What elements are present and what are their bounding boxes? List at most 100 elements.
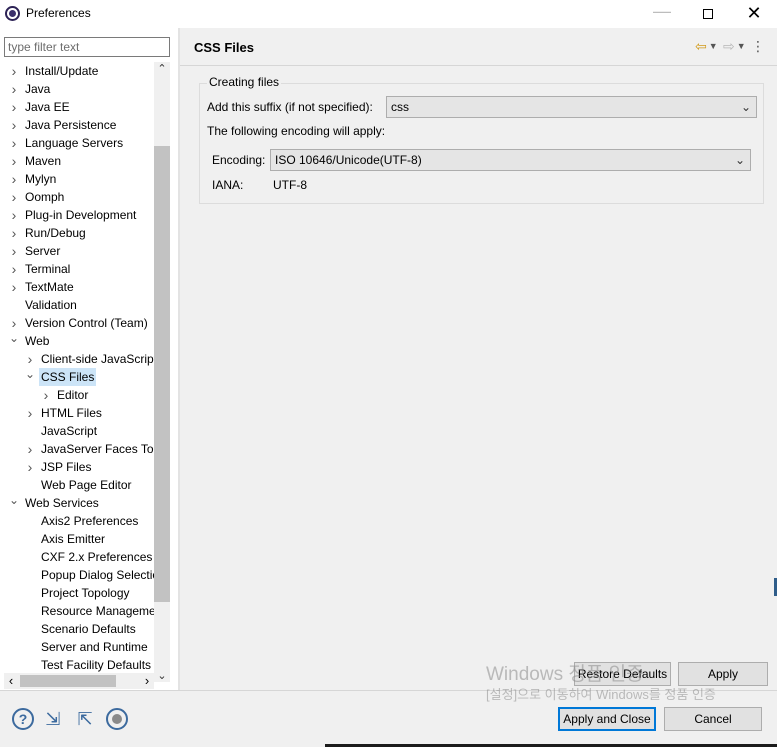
tree-item[interactable]: Maven [0, 152, 154, 170]
tree-item[interactable]: TextMate [0, 278, 154, 296]
tree-item[interactable]: Test Facility Defaults [0, 656, 154, 674]
chevron-right-icon[interactable] [8, 152, 20, 172]
tree-item[interactable]: Project Topology [0, 584, 154, 602]
scroll-left-icon[interactable]: ‹ [4, 673, 18, 688]
tree-item[interactable]: Server and Runtime [0, 638, 154, 656]
chevron-down-icon[interactable] [8, 332, 20, 351]
minimize-button[interactable]: — [639, 0, 685, 28]
tree-item[interactable]: Web Services [0, 494, 154, 512]
preference-tree: Install/Update Java Java EE Java Persistenc… [0, 62, 154, 682]
tree-item[interactable]: Resource Management [0, 602, 154, 620]
tree-item[interactable]: Run/Debug [0, 224, 154, 242]
tree-item[interactable]: Editor [0, 386, 154, 404]
chevron-right-icon[interactable] [24, 440, 36, 460]
chevron-right-icon[interactable] [24, 458, 36, 478]
activation-watermark-title: Windows 정품 인증 [486, 664, 644, 685]
export-icon[interactable]: ⇱ [74, 708, 96, 730]
scroll-right-icon[interactable]: › [140, 673, 154, 688]
tree-item[interactable]: CXF 2.x Preferences [0, 548, 154, 566]
chevron-right-icon[interactable] [8, 242, 20, 262]
tree-item-label: Terminal [25, 262, 71, 276]
tree-vertical-scrollbar[interactable]: ⌃ ⌄ [154, 62, 170, 682]
encoding-combo[interactable]: ISO 10646/Unicode(UTF-8) ⌄ [270, 149, 751, 171]
chevron-down-icon[interactable] [8, 494, 20, 513]
tree-item-label: Web Services [25, 496, 99, 510]
import-icon[interactable]: ⇲ [42, 708, 64, 730]
chevron-right-icon[interactable] [8, 116, 20, 136]
tree-item-label: JavaScript [41, 424, 98, 438]
tree-item[interactable]: Mylyn [0, 170, 154, 188]
tree-item[interactable]: Language Servers [0, 134, 154, 152]
tree-item[interactable]: Java Persistence [0, 116, 154, 134]
chevron-right-icon[interactable] [8, 260, 20, 280]
tree-item[interactable]: HTML Files [0, 404, 154, 422]
chevron-right-icon[interactable] [8, 170, 20, 190]
tree-item[interactable]: JavaServer Faces Tools [0, 440, 154, 458]
tree-item-label: Run/Debug [25, 226, 86, 240]
chevron-right-icon[interactable] [8, 224, 20, 244]
maximize-button[interactable] [685, 0, 731, 28]
chevron-right-icon[interactable] [8, 134, 20, 154]
chevron-right-icon[interactable] [8, 62, 20, 82]
tree-item[interactable]: Version Control (Team) [0, 314, 154, 332]
tree-item-label: Resource Management [41, 604, 154, 618]
tree-item[interactable]: Axis2 Preferences [0, 512, 154, 530]
title-bar: Preferences — ✕ [0, 0, 777, 28]
tree-item[interactable]: Client-side JavaScript [0, 350, 154, 368]
tree-item-label: Editor [57, 388, 89, 402]
forward-dropdown-icon[interactable]: ▼ [737, 41, 746, 51]
tree-item-label: Scenario Defaults [41, 622, 136, 636]
tree-item-label: CXF 2.x Preferences [41, 550, 153, 564]
tree-item[interactable]: Validation [0, 296, 154, 314]
back-arrow-icon[interactable]: ⇦ [695, 38, 707, 55]
page-nav-toolbar: ⇦ ▼ ⇨ ▼ ⋮ [693, 38, 765, 56]
tree-item-label: Project Topology [41, 586, 130, 600]
chevron-down-icon[interactable] [24, 368, 36, 387]
tree-item[interactable]: Oomph [0, 188, 154, 206]
chevron-right-icon[interactable] [8, 206, 20, 226]
tree-horizontal-scrollbar[interactable]: ‹ › [4, 673, 154, 689]
tree-item-label: Axis Emitter [41, 532, 106, 546]
view-menu-icon[interactable]: ⋮ [751, 38, 765, 55]
cancel-button[interactable]: Cancel [664, 707, 762, 731]
close-button[interactable]: ✕ [731, 0, 777, 28]
tree-item-label: Java EE [25, 100, 70, 114]
tree-item[interactable]: Popup Dialog Selection [0, 566, 154, 584]
apply-and-close-button[interactable]: Apply and Close [558, 707, 656, 731]
scroll-thumb[interactable] [154, 146, 170, 602]
help-icon[interactable]: ? [12, 708, 34, 730]
tree-item[interactable]: Axis Emitter [0, 530, 154, 548]
header-separator [180, 65, 777, 66]
chevron-right-icon[interactable] [40, 386, 52, 406]
tree-item[interactable]: Plug-in Development [0, 206, 154, 224]
tree-item[interactable]: Install/Update [0, 62, 154, 80]
record-icon[interactable] [106, 708, 128, 730]
tree-item[interactable]: Web Page Editor [0, 476, 154, 494]
scroll-up-icon[interactable]: ⌃ [154, 62, 170, 75]
chevron-right-icon[interactable] [8, 80, 20, 100]
tree-item[interactable]: Scenario Defaults [0, 620, 154, 638]
tree-item[interactable]: Terminal [0, 260, 154, 278]
encoding-value: ISO 10646/Unicode(UTF-8) [275, 153, 422, 167]
tree-item[interactable]: JavaScript [0, 422, 154, 440]
tree-item[interactable]: JSP Files [0, 458, 154, 476]
hscroll-thumb[interactable] [20, 675, 116, 687]
tree-item[interactable]: Java [0, 80, 154, 98]
chevron-right-icon[interactable] [24, 404, 36, 424]
chevron-right-icon[interactable] [8, 188, 20, 208]
chevron-right-icon[interactable] [8, 98, 20, 118]
apply-button[interactable]: Apply [678, 662, 768, 686]
tree-item[interactable]: Server [0, 242, 154, 260]
tree-item-label: Version Control (Team) [25, 316, 148, 330]
suffix-combo[interactable]: css ⌄ [386, 96, 757, 118]
chevron-right-icon[interactable] [8, 278, 20, 298]
scroll-down-icon[interactable]: ⌄ [154, 669, 170, 682]
tree-item[interactable]: CSS Files [0, 368, 154, 386]
preference-page: CSS Files ⇦ ▼ ⇨ ▼ ⋮ Creating files Add thi… [180, 28, 777, 691]
encoding-label: Encoding: [212, 153, 266, 167]
tree-item[interactable]: Web [0, 332, 154, 350]
forward-arrow-icon[interactable]: ⇨ [723, 38, 735, 55]
tree-item[interactable]: Java EE [0, 98, 154, 116]
back-dropdown-icon[interactable]: ▼ [709, 41, 718, 51]
filter-input[interactable] [4, 37, 170, 57]
